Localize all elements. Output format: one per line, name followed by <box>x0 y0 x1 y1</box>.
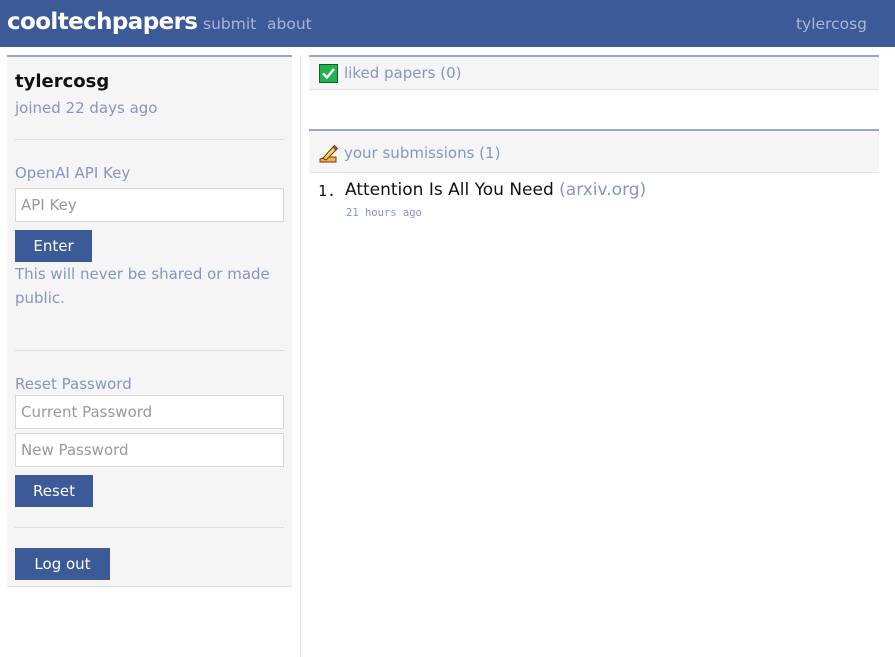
current-password-input[interactable] <box>15 395 284 429</box>
nav-submit-link[interactable]: submit <box>203 15 256 33</box>
liked-papers-header: liked papers (0) <box>309 55 879 90</box>
nav-about-link[interactable]: about <box>267 15 312 33</box>
checkmark-icon <box>319 64 338 83</box>
submission-title-link[interactable]: Attention Is All You Need (arxiv.org) <box>345 180 646 200</box>
profile-username: tylercosg <box>15 71 110 92</box>
api-key-input[interactable] <box>15 188 284 222</box>
site-logo-link[interactable]: cooltechpapers <box>7 9 198 35</box>
profile-sidebar: tylercosg joined 22 days ago OpenAI API … <box>7 55 292 587</box>
new-password-input[interactable] <box>15 433 284 467</box>
logout-button[interactable]: Log out <box>15 548 110 580</box>
submissions-title[interactable]: your submissions (1) <box>344 144 500 162</box>
pencil-icon <box>318 143 339 164</box>
liked-papers-title[interactable]: liked papers (0) <box>344 64 461 82</box>
submission-timestamp: 21 hours ago <box>346 207 422 219</box>
nav-user-link[interactable]: tylercosg <box>796 15 867 33</box>
top-navbar: cooltechpapers submit about tylercosg <box>0 0 895 47</box>
api-key-privacy-note: This will never be shared or made public… <box>15 265 270 307</box>
api-key-label: OpenAI API Key <box>15 164 131 182</box>
submission-number: 1. <box>318 182 337 200</box>
divider <box>15 350 284 351</box>
divider <box>15 139 284 140</box>
divider <box>15 527 284 528</box>
submissions-header: your submissions (1) <box>309 129 879 173</box>
submission-title[interactable]: Attention Is All You Need <box>345 180 554 200</box>
profile-joined-date: joined 22 days ago <box>15 99 158 117</box>
reset-password-button[interactable]: Reset <box>15 475 93 507</box>
submission-domain[interactable]: (arxiv.org) <box>559 180 646 200</box>
reset-password-label: Reset Password <box>15 375 132 393</box>
column-divider <box>300 55 301 657</box>
api-key-enter-button[interactable]: Enter <box>15 230 92 262</box>
